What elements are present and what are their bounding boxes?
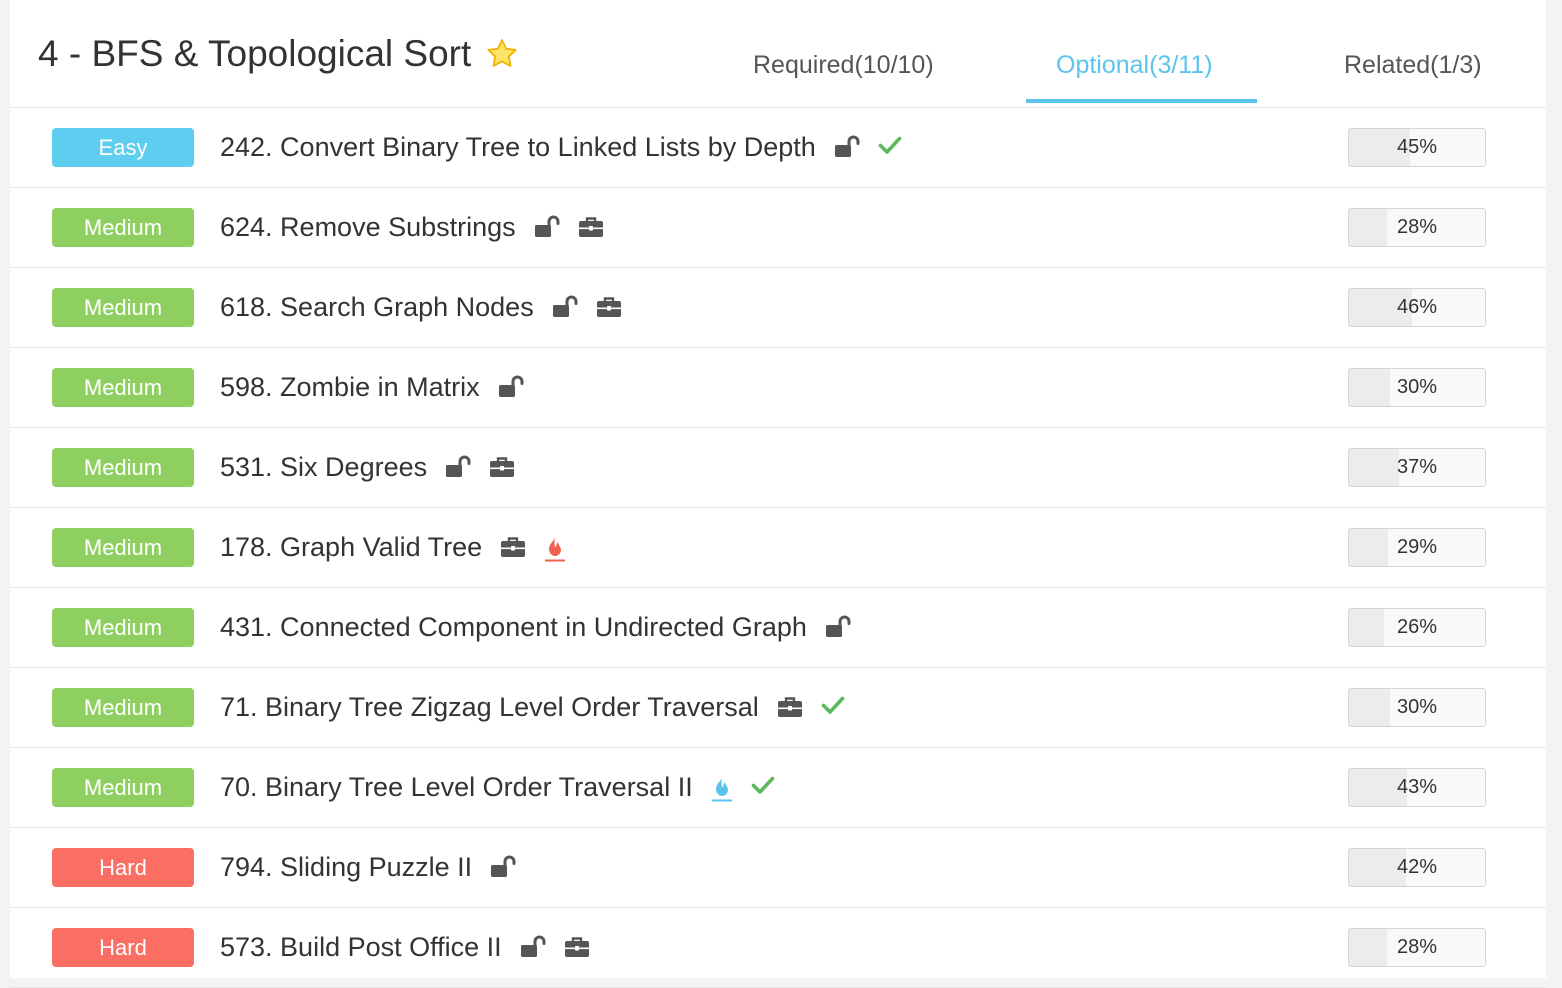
unlock-icon — [552, 295, 578, 321]
problem-title-group: 431. Connected Component in Undirected G… — [220, 608, 851, 647]
difficulty-badge: Medium — [52, 528, 194, 567]
problem-link[interactable]: 242. Convert Binary Tree to Linked Lists… — [220, 132, 816, 163]
unlock-icon — [534, 215, 560, 241]
unlock-icon — [834, 135, 860, 161]
unlock-icon — [498, 375, 524, 401]
problem-row[interactable]: Medium 618. Search Graph Nodes 46% — [10, 268, 1546, 348]
check-icon — [751, 775, 775, 801]
difficulty-badge: Medium — [52, 208, 194, 247]
problem-title-group: 178. Graph Valid Tree — [220, 528, 566, 567]
problem-title-group: 70. Binary Tree Level Order Traversal II — [220, 768, 775, 807]
problem-title-group: 531. Six Degrees — [220, 448, 515, 487]
briefcase-icon — [489, 455, 515, 481]
acceptance-rate-label: 43% — [1396, 776, 1438, 798]
check-icon — [878, 135, 902, 161]
acceptance-rate-bar: 46% — [1348, 288, 1486, 327]
acceptance-rate-bar: 28% — [1348, 928, 1486, 967]
acceptance-rate-label: 28% — [1396, 216, 1438, 238]
acceptance-rate-bar: 30% — [1348, 688, 1486, 727]
difficulty-badge: Medium — [52, 608, 194, 647]
problem-row[interactable]: Medium 178. Graph Valid Tree 29% — [10, 508, 1546, 588]
active-tab-indicator — [1026, 99, 1257, 103]
problem-link[interactable]: 71. Binary Tree Zigzag Level Order Trave… — [220, 692, 759, 723]
problem-row[interactable]: Easy 242. Convert Binary Tree to Linked L… — [10, 108, 1546, 188]
acceptance-rate-label: 46% — [1396, 296, 1438, 318]
problem-title-group: 242. Convert Binary Tree to Linked Lists… — [220, 128, 902, 167]
difficulty-badge: Medium — [52, 448, 194, 487]
tab-required[interactable]: Required(10/10) — [753, 48, 934, 82]
briefcase-icon — [564, 935, 590, 961]
difficulty-badge: Easy — [52, 128, 194, 167]
check-icon — [821, 695, 845, 721]
tab-related[interactable]: Related(1/3) — [1344, 48, 1482, 82]
problem-list-panel: 4 - BFS & Topological Sort Required(10/1… — [10, 0, 1546, 988]
acceptance-rate-label: 37% — [1396, 456, 1438, 478]
acceptance-rate-bar: 42% — [1348, 848, 1486, 887]
acceptance-rate-bar: 28% — [1348, 208, 1486, 247]
difficulty-badge: Hard — [52, 848, 194, 887]
tab-optional[interactable]: Optional(3/11) — [1056, 48, 1213, 82]
acceptance-rate-label: 42% — [1396, 856, 1438, 878]
problem-link[interactable]: 624. Remove Substrings — [220, 212, 516, 243]
problem-link[interactable]: 573. Build Post Office II — [220, 932, 502, 963]
difficulty-badge: Hard — [52, 928, 194, 967]
problem-row[interactable]: Medium 624. Remove Substrings 28% — [10, 188, 1546, 268]
difficulty-badge: Medium — [52, 368, 194, 407]
briefcase-icon — [777, 695, 803, 721]
list-header: 4 - BFS & Topological Sort Required(10/1… — [10, 0, 1546, 108]
acceptance-rate-bar: 43% — [1348, 768, 1486, 807]
acceptance-rate-bar: 29% — [1348, 528, 1486, 567]
acceptance-rate-label: 26% — [1396, 616, 1438, 638]
page-title: 4 - BFS & Topological Sort — [38, 32, 519, 76]
problem-list: Easy 242. Convert Binary Tree to Linked L… — [10, 108, 1546, 988]
problem-link[interactable]: 431. Connected Component in Undirected G… — [220, 612, 807, 643]
unlock-icon — [490, 855, 516, 881]
problem-row[interactable]: Medium 531. Six Degrees 37% — [10, 428, 1546, 508]
problem-row[interactable]: Medium 70. Binary Tree Level Order Traver… — [10, 748, 1546, 828]
problem-title-group: 573. Build Post Office II — [220, 928, 590, 967]
star-icon[interactable] — [485, 37, 519, 71]
problem-row[interactable]: Medium 71. Binary Tree Zigzag Level Order… — [10, 668, 1546, 748]
problem-link[interactable]: 178. Graph Valid Tree — [220, 532, 482, 563]
unlock-icon — [520, 935, 546, 961]
problem-link[interactable]: 618. Search Graph Nodes — [220, 292, 534, 323]
acceptance-rate-bar: 30% — [1348, 368, 1486, 407]
problem-link[interactable]: 598. Zombie in Matrix — [220, 372, 480, 403]
problem-title-group: 71. Binary Tree Zigzag Level Order Trave… — [220, 688, 845, 727]
acceptance-rate-label: 28% — [1396, 936, 1438, 958]
acceptance-rate-bar: 37% — [1348, 448, 1486, 487]
problem-title-group: 618. Search Graph Nodes — [220, 288, 622, 327]
acceptance-rate-label: 30% — [1396, 696, 1438, 718]
acceptance-rate-bar: 45% — [1348, 128, 1486, 167]
page-title-text: 4 - BFS & Topological Sort — [38, 33, 472, 74]
briefcase-icon — [578, 215, 604, 241]
acceptance-rate-label: 45% — [1396, 136, 1438, 158]
difficulty-badge: Medium — [52, 768, 194, 807]
briefcase-icon — [596, 295, 622, 321]
acceptance-rate-bar: 26% — [1348, 608, 1486, 647]
problem-link[interactable]: 70. Binary Tree Level Order Traversal II — [220, 772, 693, 803]
problem-title-group: 624. Remove Substrings — [220, 208, 604, 247]
problem-row[interactable]: Hard 794. Sliding Puzzle II 42% — [10, 828, 1546, 908]
flame-blue-icon — [711, 775, 733, 801]
problem-row[interactable]: Hard 573. Build Post Office II 28% — [10, 908, 1546, 988]
problem-title-group: 598. Zombie in Matrix — [220, 368, 524, 407]
problem-link[interactable]: 531. Six Degrees — [220, 452, 427, 483]
problem-row[interactable]: Medium 598. Zombie in Matrix 30% — [10, 348, 1546, 428]
briefcase-icon — [500, 535, 526, 561]
problem-link[interactable]: 794. Sliding Puzzle II — [220, 852, 472, 883]
unlock-icon — [825, 615, 851, 641]
acceptance-rate-label: 30% — [1396, 376, 1438, 398]
problem-title-group: 794. Sliding Puzzle II — [220, 848, 516, 887]
flame-red-icon — [544, 535, 566, 561]
unlock-icon — [445, 455, 471, 481]
difficulty-badge: Medium — [52, 688, 194, 727]
problem-row[interactable]: Medium 431. Connected Component in Undire… — [10, 588, 1546, 668]
difficulty-badge: Medium — [52, 288, 194, 327]
acceptance-rate-label: 29% — [1396, 536, 1438, 558]
